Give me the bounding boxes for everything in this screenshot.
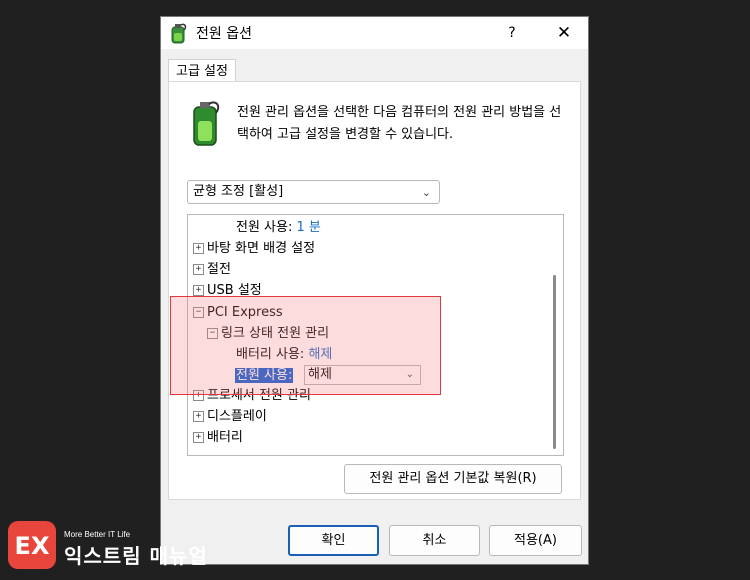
power-options-dialog: 전원 옵션 ? ✕ 고급 설정 전원 관리 옵션을 선택한 다음 컴퓨터의 전원… xyxy=(160,16,589,565)
settings-panel: 전원 관리 옵션을 선택한 다음 컴퓨터의 전원 관리 방법을 선택하여 고급 … xyxy=(168,81,581,500)
svg-text:EX: EX xyxy=(15,532,50,560)
chevron-down-icon: ⌄ xyxy=(421,186,431,199)
help-button[interactable]: ? xyxy=(497,21,527,45)
tree-row-label: 디스플레이 xyxy=(207,409,267,424)
window-title: 전원 옵션 xyxy=(196,26,252,42)
apply-button[interactable]: 적용(A) xyxy=(489,525,582,556)
watermark-title: 익스트림 매뉴얼 xyxy=(64,544,208,568)
tree-row-display[interactable]: + 디스플레이 xyxy=(193,406,267,427)
battery-plug-icon xyxy=(171,23,187,44)
power-plan-select[interactable]: 균형 조정 [활성] ⌄ xyxy=(187,180,440,204)
highlight-annotation xyxy=(170,296,441,395)
expand-icon[interactable]: + xyxy=(193,285,204,296)
tree-row-label: 절전 xyxy=(207,262,231,277)
tree-row-sleep[interactable]: + 절전 xyxy=(193,259,231,280)
tree-row-label: 전원 사용: xyxy=(236,220,297,235)
tree-row-label: 바탕 화면 배경 설정 xyxy=(207,241,316,256)
tree-row-value[interactable]: 1 분 xyxy=(297,220,321,235)
cancel-button[interactable]: 취소 xyxy=(389,525,480,556)
tree-row-label: 배터리 xyxy=(207,430,243,445)
tab-advanced-settings[interactable]: 고급 설정 xyxy=(168,59,236,82)
close-button[interactable]: ✕ xyxy=(549,21,579,45)
expand-icon[interactable]: + xyxy=(193,411,204,422)
tree-row-desktop-background[interactable]: + 바탕 화면 배경 설정 xyxy=(193,238,315,259)
ok-button[interactable]: 확인 xyxy=(288,525,379,556)
ex-logo-icon: EX xyxy=(8,521,56,569)
power-plan-value: 균형 조정 [활성] xyxy=(193,184,284,199)
title-bar: 전원 옵션 ? ✕ xyxy=(161,17,588,49)
watermark-tagline: More Better IT Life xyxy=(64,530,131,539)
description-text: 전원 관리 옵션을 선택한 다음 컴퓨터의 전원 관리 방법을 선택하여 고급 … xyxy=(237,105,562,142)
restore-defaults-button[interactable]: 전원 관리 옵션 기본값 복원(R) xyxy=(344,464,562,494)
battery-icon xyxy=(193,101,220,146)
expand-icon[interactable]: + xyxy=(193,243,204,254)
expand-icon[interactable]: + xyxy=(193,432,204,443)
tree-row-battery[interactable]: + 배터리 xyxy=(193,427,243,448)
tree-scrollbar[interactable] xyxy=(553,275,556,449)
expand-icon[interactable]: + xyxy=(193,264,204,275)
tree-row-ac-power[interactable]: 전원 사용: 1 분 xyxy=(236,217,321,238)
